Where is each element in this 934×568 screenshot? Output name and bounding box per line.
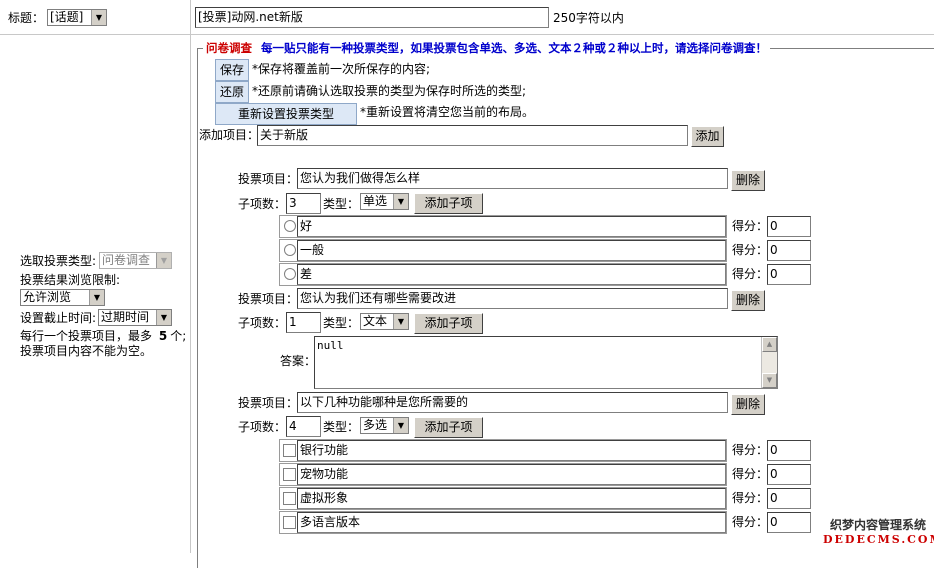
- vote-type-select: 问卷调查 ▼: [99, 252, 172, 269]
- add-item-button[interactable]: 添加: [691, 126, 724, 147]
- score-input[interactable]: 0: [767, 264, 811, 285]
- result-limit-label: 投票结果浏览限制:: [20, 273, 121, 287]
- type-label: 类型：: [323, 197, 360, 211]
- score-label: 得分：: [732, 219, 769, 233]
- add-sub-button[interactable]: 添加子项: [414, 417, 483, 438]
- save-button[interactable]: 保存: [215, 59, 249, 81]
- chevron-down-icon: ▼: [156, 253, 171, 268]
- item-question-input[interactable]: 以下几种功能哪种是您所需要的: [297, 392, 728, 413]
- radio-button[interactable]: [284, 244, 296, 256]
- add-sub-button[interactable]: 添加子项: [414, 193, 483, 214]
- column-divider: [190, 0, 191, 553]
- scrollbar[interactable]: ▲ ▼: [761, 337, 777, 388]
- item-label: 投票项目：: [238, 396, 299, 410]
- option-text-input[interactable]: 多语言版本: [297, 512, 726, 533]
- restore-button[interactable]: 还原: [215, 81, 249, 103]
- sub-count-input[interactable]: 3: [286, 193, 321, 214]
- title-input[interactable]: [投票]动网.net新版: [195, 7, 549, 28]
- sub-count-input[interactable]: 1: [286, 312, 321, 333]
- vote-panel-legend: 问卷调查 每一贴只能有一种投票类型，如果投票包含单选、多选、文本２种或２种以上时…: [203, 41, 771, 55]
- score-label: 得分：: [732, 443, 769, 457]
- score-input[interactable]: 0: [767, 240, 811, 261]
- checkbox[interactable]: [283, 492, 296, 505]
- item-type-select[interactable]: 单选 ▼: [360, 193, 409, 210]
- checkbox[interactable]: [283, 468, 296, 481]
- delete-item-button[interactable]: 删除: [731, 394, 765, 415]
- score-input[interactable]: 0: [767, 216, 811, 237]
- chevron-down-icon: ▼: [393, 418, 408, 433]
- answer-textarea[interactable]: null ▲ ▼: [314, 336, 778, 389]
- deadline-label: 设置截止时间:: [20, 311, 97, 325]
- option-text-input[interactable]: 宠物功能: [297, 464, 726, 485]
- item-question-input[interactable]: 您认为我们做得怎么样: [297, 168, 728, 189]
- item-type-select[interactable]: 文本 ▼: [360, 313, 409, 330]
- scroll-up-icon[interactable]: ▲: [762, 337, 777, 352]
- radio-button[interactable]: [284, 268, 296, 280]
- add-item-label: 添加项目：: [199, 128, 260, 142]
- title-label: 标题：: [8, 11, 45, 25]
- score-label: 得分：: [732, 491, 769, 505]
- add-item-input[interactable]: 关于新版: [257, 125, 688, 146]
- chevron-down-icon: ▼: [393, 194, 408, 209]
- restore-note: *还原前请确认选取投票的类型为保存时所选的类型;: [252, 84, 527, 98]
- scroll-down-icon[interactable]: ▼: [762, 373, 777, 388]
- option-text-input[interactable]: 银行功能: [297, 440, 726, 461]
- chevron-down-icon: ▼: [393, 314, 408, 329]
- sub-count-label: 子项数：: [238, 420, 287, 434]
- save-note: *保存将覆盖前一次所保存的内容;: [252, 62, 431, 76]
- type-label: 类型：: [323, 420, 360, 434]
- score-label: 得分：: [732, 467, 769, 481]
- type-label: 类型：: [323, 316, 360, 330]
- option-text-input[interactable]: 好: [297, 216, 726, 237]
- reset-vote-type-button[interactable]: 重新设置投票类型: [215, 103, 357, 125]
- sub-count-label: 子项数：: [238, 197, 287, 211]
- watermark: 织梦内容管理系统 DEDECMS.COM: [823, 518, 934, 546]
- chevron-down-icon: ▼: [91, 10, 106, 25]
- topic-select[interactable]: [话题] ▼: [47, 9, 107, 26]
- chevron-down-icon: ▼: [89, 290, 104, 305]
- item-question-input[interactable]: 您认为我们还有哪些需要改进: [297, 288, 728, 309]
- delete-item-button[interactable]: 删除: [731, 290, 765, 311]
- sub-count-input[interactable]: 4: [286, 416, 321, 437]
- checkbox[interactable]: [283, 516, 296, 529]
- delete-item-button[interactable]: 删除: [731, 170, 765, 191]
- score-label: 得分：: [732, 243, 769, 257]
- result-limit-select[interactable]: 允许浏览 ▼: [20, 289, 105, 306]
- score-input[interactable]: 0: [767, 440, 811, 461]
- item-limit-hint: 每行一个投票项目，最多 5 个;: [20, 329, 187, 343]
- add-sub-button[interactable]: 添加子项: [414, 313, 483, 334]
- score-input[interactable]: 0: [767, 464, 811, 485]
- sub-count-label: 子项数：: [238, 316, 287, 330]
- radio-button[interactable]: [284, 220, 296, 232]
- score-label: 得分：: [732, 515, 769, 529]
- option-text-input[interactable]: 差: [297, 264, 726, 285]
- score-input[interactable]: 0: [767, 512, 811, 533]
- score-input[interactable]: 0: [767, 488, 811, 509]
- option-text-input[interactable]: 一般: [297, 240, 726, 261]
- checkbox[interactable]: [283, 444, 296, 457]
- deadline-select[interactable]: 过期时间 ▼: [98, 309, 172, 326]
- item-type-select[interactable]: 多选 ▼: [360, 417, 409, 434]
- answer-label: 答案：: [280, 354, 317, 368]
- option-text-input[interactable]: 虚拟形象: [297, 488, 726, 509]
- score-label: 得分：: [732, 267, 769, 281]
- vote-type-label: 选取投票类型:: [20, 254, 97, 268]
- reset-note: *重新设置将清空您当前的布局。: [360, 105, 535, 119]
- title-limit-note: 250字符以内: [553, 11, 624, 25]
- chevron-down-icon: ▼: [156, 310, 171, 325]
- header-divider: [0, 34, 934, 35]
- empty-item-hint: 投票项目内容不能为空。: [20, 344, 153, 358]
- item-label: 投票项目：: [238, 172, 299, 186]
- item-label: 投票项目：: [238, 292, 299, 306]
